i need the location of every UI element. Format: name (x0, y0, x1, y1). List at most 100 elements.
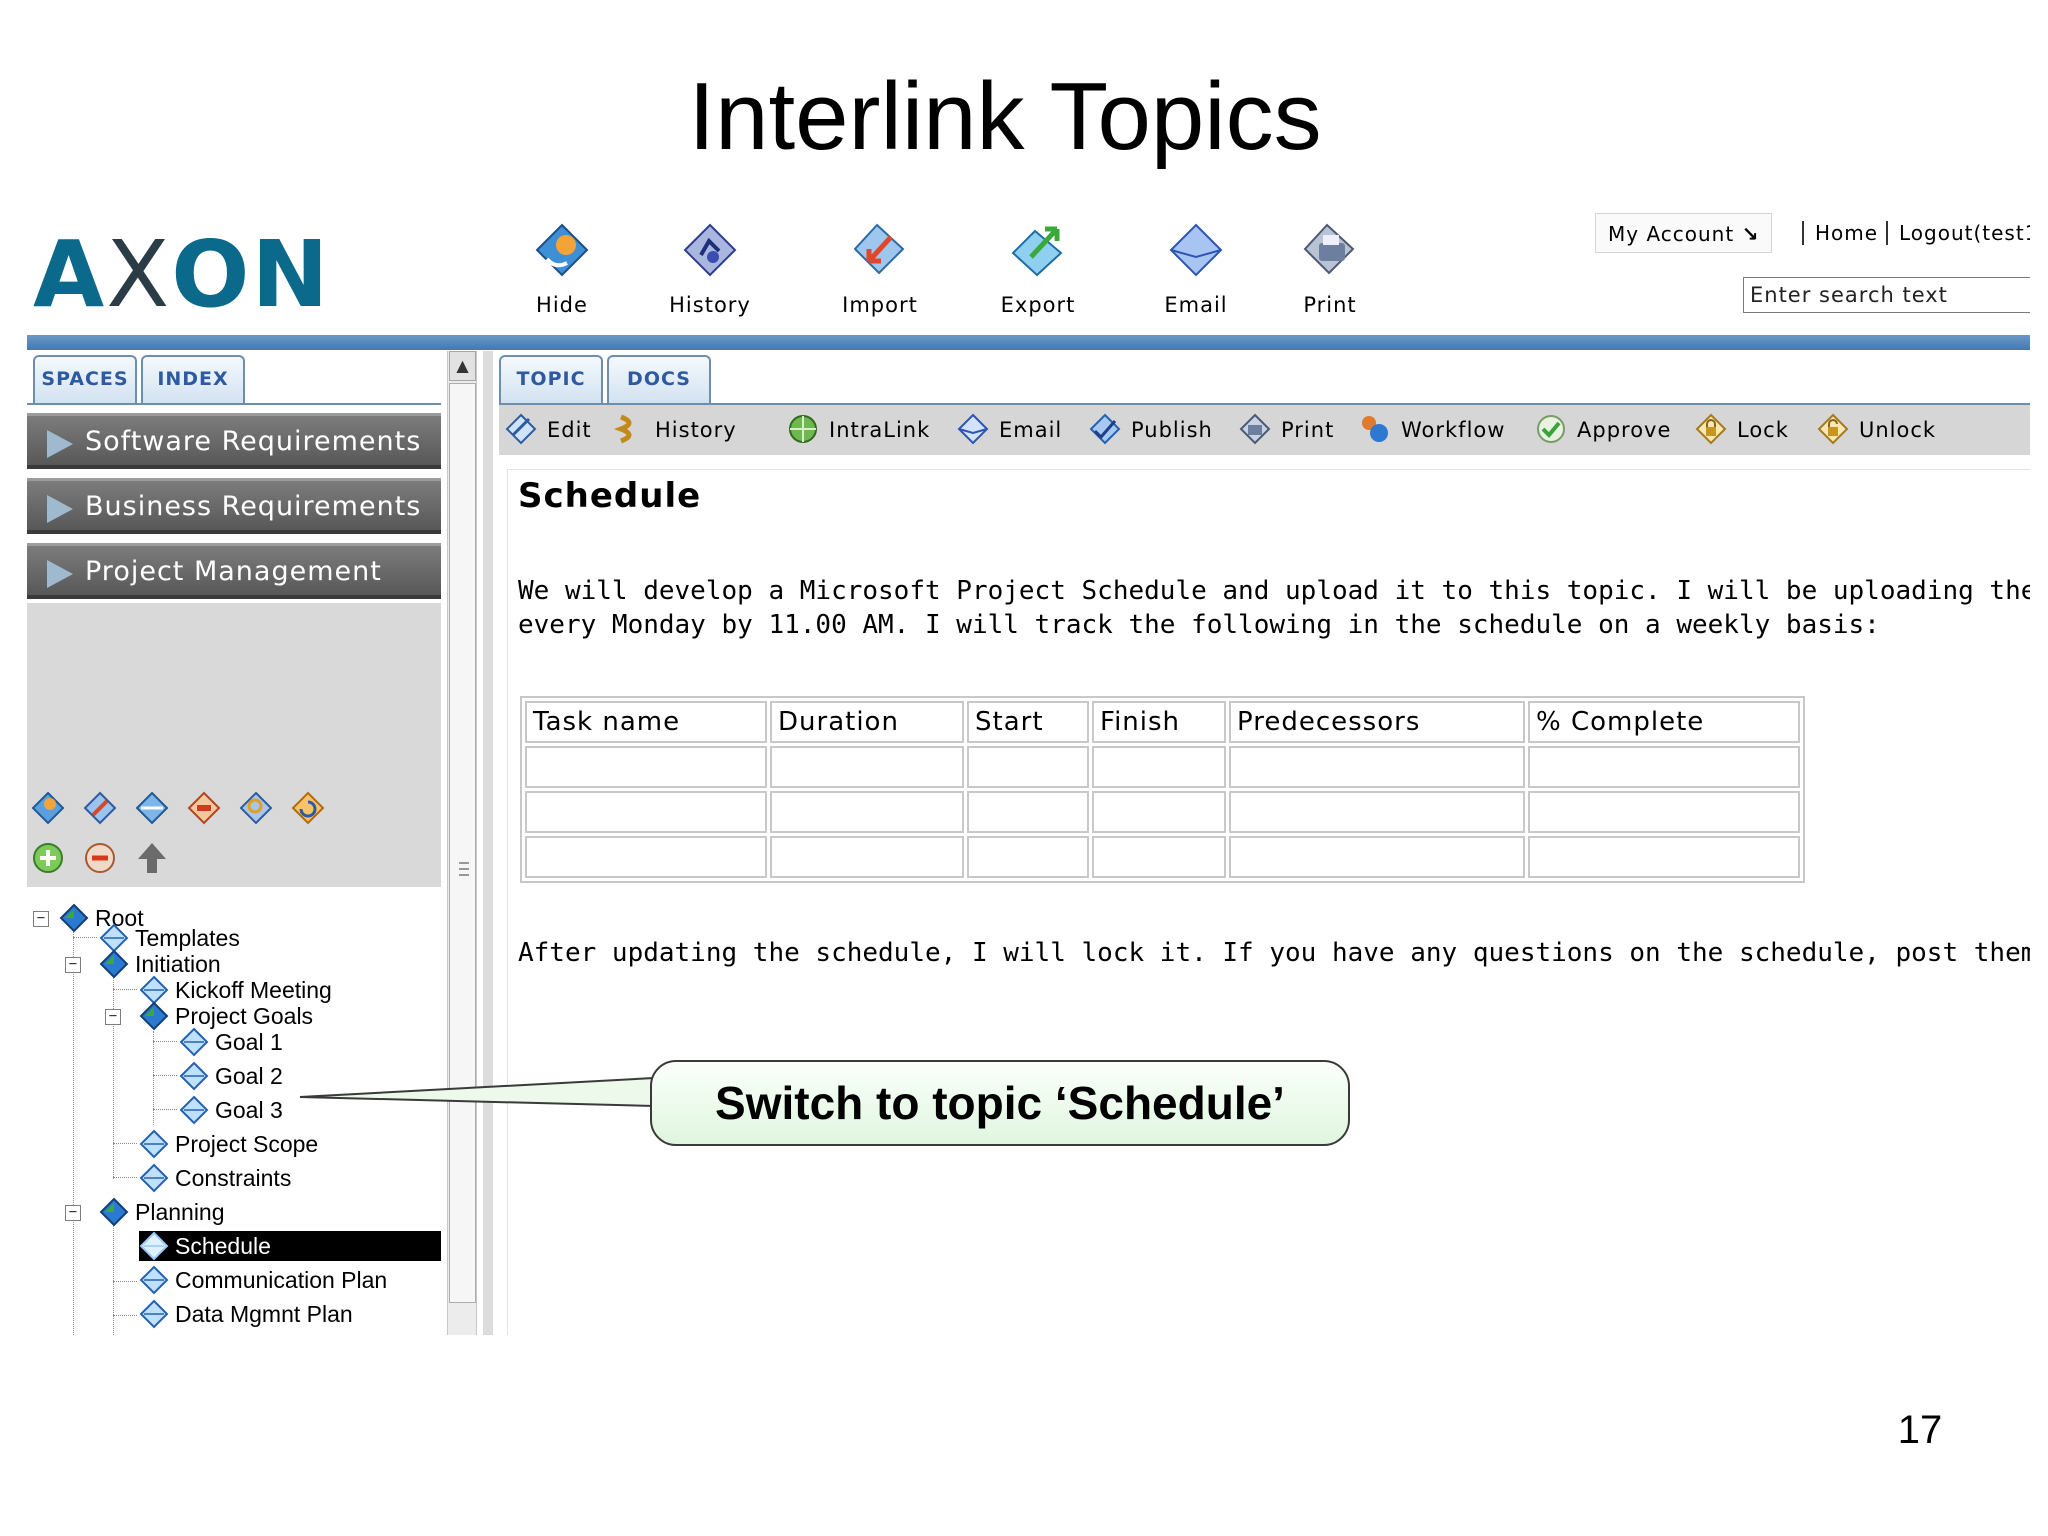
tree-node-communication-plan[interactable]: Communication Plan (139, 1265, 387, 1295)
table-cell[interactable] (967, 746, 1089, 788)
table-row (525, 746, 1800, 788)
play-icon (47, 495, 73, 523)
tree-node-constraints[interactable]: Constraints (139, 1163, 291, 1193)
scroll-thumb[interactable] (449, 383, 476, 1303)
edit-action[interactable]: Edit (505, 405, 592, 455)
approve-action[interactable]: Approve (1535, 405, 1671, 455)
tab-docs[interactable]: DOCS (607, 355, 711, 403)
space-business-requirements[interactable]: Business Requirements (27, 478, 441, 534)
arrow-up-icon[interactable] (135, 841, 169, 875)
publish-action[interactable]: Publish (1089, 405, 1213, 455)
tree-connector (153, 1109, 177, 1110)
print-button[interactable]: Print (1265, 221, 1395, 317)
tree-connector (153, 1041, 177, 1042)
tab-topic[interactable]: TOPIC (499, 355, 603, 403)
table-cell[interactable] (770, 836, 964, 878)
tree-connector (153, 1075, 177, 1076)
table-cell[interactable] (1092, 791, 1226, 833)
hide-button[interactable]: Hide (497, 221, 627, 317)
history-button[interactable]: History (645, 221, 775, 317)
tab-baseline (27, 403, 441, 405)
tree-connector (113, 1143, 137, 1144)
table-cell[interactable] (1229, 836, 1525, 878)
workflow-action[interactable]: Workflow (1359, 405, 1505, 455)
tab-index[interactable]: INDEX (141, 355, 245, 403)
table-cell[interactable] (1092, 836, 1226, 878)
left-panel: SPACES INDEX Software Requirements Busin… (27, 351, 441, 1335)
top-navigation: My Account ↘ Home Logout(test1 (1595, 213, 2030, 253)
tree-node-data-mgmnt-plan[interactable]: Data Mgmnt Plan (139, 1299, 353, 1329)
search-topic-icon[interactable] (239, 791, 273, 825)
email-button[interactable]: Email (1131, 221, 1261, 317)
table-cell[interactable] (1528, 791, 1800, 833)
table-cell[interactable] (1528, 746, 1800, 788)
new-topic-icon[interactable] (31, 791, 65, 825)
edit-topic-icon[interactable] (83, 791, 117, 825)
space-list-filler (27, 603, 441, 793)
table-cell[interactable] (770, 746, 964, 788)
my-account-button[interactable]: My Account ↘ (1595, 213, 1773, 253)
unlock-action[interactable]: Unlock (1817, 405, 1936, 455)
topic-paragraph-line: We will develop a Microsoft Project Sche… (518, 576, 2030, 606)
tree-node-goal-1[interactable]: Goal 1 (179, 1027, 283, 1057)
folder-topic-icon (99, 1197, 129, 1227)
table-header-cell: Duration (770, 701, 964, 743)
left-panel-scrollbar[interactable]: ▲ (447, 351, 477, 1335)
tab-spaces[interactable]: SPACES (33, 355, 137, 403)
collapse-toggle[interactable]: − (65, 957, 81, 973)
minus-icon[interactable] (83, 841, 117, 875)
table-header-row: Task name Duration Start Finish Predeces… (525, 701, 1800, 743)
tree-node-project-scope[interactable]: Project Scope (139, 1129, 318, 1159)
tree-node-planning[interactable]: Planning (99, 1197, 225, 1227)
refresh-topic-icon[interactable] (291, 791, 325, 825)
table-cell[interactable] (1092, 746, 1226, 788)
table-row (525, 791, 1800, 833)
tree-node-goal-2[interactable]: Goal 2 (179, 1061, 283, 1091)
collapse-toggle[interactable]: − (65, 1205, 81, 1221)
import-button[interactable]: Import (815, 221, 945, 317)
table-header-cell: Finish (1092, 701, 1226, 743)
slide-title: Interlink Topics (688, 63, 1322, 170)
tree-connector (73, 937, 97, 938)
lock-action[interactable]: Lock (1695, 405, 1789, 455)
topic-tree: − Root Templates − Initiation Kickoff Me… (27, 901, 441, 1335)
table-cell[interactable] (1229, 746, 1525, 788)
table-cell[interactable] (770, 791, 964, 833)
table-cell[interactable] (967, 836, 1089, 878)
tree-node-schedule[interactable]: Schedule (139, 1231, 441, 1261)
scroll-up-button[interactable]: ▲ (449, 351, 476, 381)
tree-node-goal-3[interactable]: Goal 3 (179, 1095, 283, 1125)
export-button[interactable]: Export (973, 221, 1103, 317)
space-project-management[interactable]: Project Management (27, 543, 441, 599)
collapse-toggle[interactable]: − (105, 1009, 121, 1025)
plus-icon[interactable] (31, 841, 65, 875)
topic-icon[interactable] (135, 791, 169, 825)
print-icon (1239, 413, 1271, 445)
topic-icon (179, 1095, 209, 1125)
play-icon (47, 560, 73, 588)
tree-tool-tray (27, 791, 441, 887)
table-header-cell: Predecessors (1229, 701, 1525, 743)
table-cell[interactable] (525, 836, 767, 878)
search-input[interactable] (1743, 277, 2030, 313)
table-header-cell: Task name (525, 701, 767, 743)
logout-link[interactable]: Logout(test1 (1899, 213, 2030, 253)
edit-icon (505, 413, 537, 445)
delete-topic-icon[interactable] (187, 791, 221, 825)
table-cell[interactable] (1229, 791, 1525, 833)
panel-splitter[interactable] (483, 351, 493, 1335)
table-cell[interactable] (525, 791, 767, 833)
home-link[interactable]: Home (1815, 213, 1878, 253)
intralink-action[interactable]: IntraLink (787, 405, 930, 455)
table-header-cell: % Complete (1528, 701, 1800, 743)
table-cell[interactable] (967, 791, 1089, 833)
table-cell[interactable] (525, 746, 767, 788)
print-icon (1303, 223, 1355, 275)
table-cell[interactable] (1528, 836, 1800, 878)
collapse-toggle[interactable]: − (33, 911, 49, 927)
print-action[interactable]: Print (1239, 405, 1334, 455)
right-panel: TOPIC DOCS Edit History IntraLink Email … (499, 351, 2030, 1335)
space-software-requirements[interactable]: Software Requirements (27, 413, 441, 469)
email-action[interactable]: Email (957, 405, 1062, 455)
history-action[interactable]: History (613, 405, 737, 455)
